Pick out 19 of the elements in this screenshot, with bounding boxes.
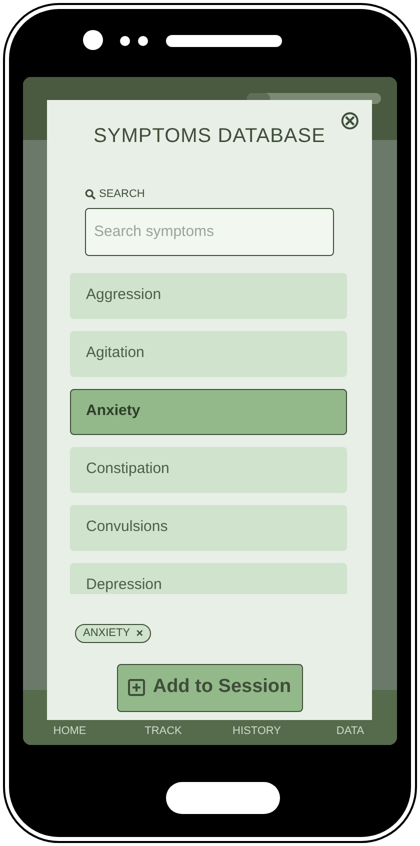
symptom-item[interactable]: Convulsions: [70, 504, 347, 550]
symptom-item[interactable]: Anxiety: [70, 388, 347, 434]
search-icon: [85, 188, 96, 200]
nav-tab[interactable]: TRACK: [116, 722, 210, 739]
add-to-session-button[interactable]: Add to Session: [116, 664, 302, 712]
modal-title: SYMPTOMS DATABASE: [94, 124, 326, 149]
nav-tab[interactable]: HISTORY: [210, 722, 304, 739]
chip-label: ANXIETY: [83, 626, 130, 641]
symptom-item[interactable]: Agitation: [70, 330, 347, 376]
nav-tab[interactable]: HOME: [23, 722, 116, 739]
plus-square-icon: [128, 679, 145, 696]
symptom-item[interactable]: Depression: [70, 562, 347, 594]
speaker-icon: [166, 35, 282, 47]
symptom-item[interactable]: Aggression: [70, 272, 347, 318]
home-button[interactable]: [166, 782, 280, 814]
nav-tab[interactable]: DATA: [304, 722, 397, 739]
search-field[interactable]: Search symptoms: [85, 208, 334, 256]
search-label: SEARCH: [99, 187, 145, 202]
symptom-item[interactable]: Constipation: [70, 446, 347, 492]
